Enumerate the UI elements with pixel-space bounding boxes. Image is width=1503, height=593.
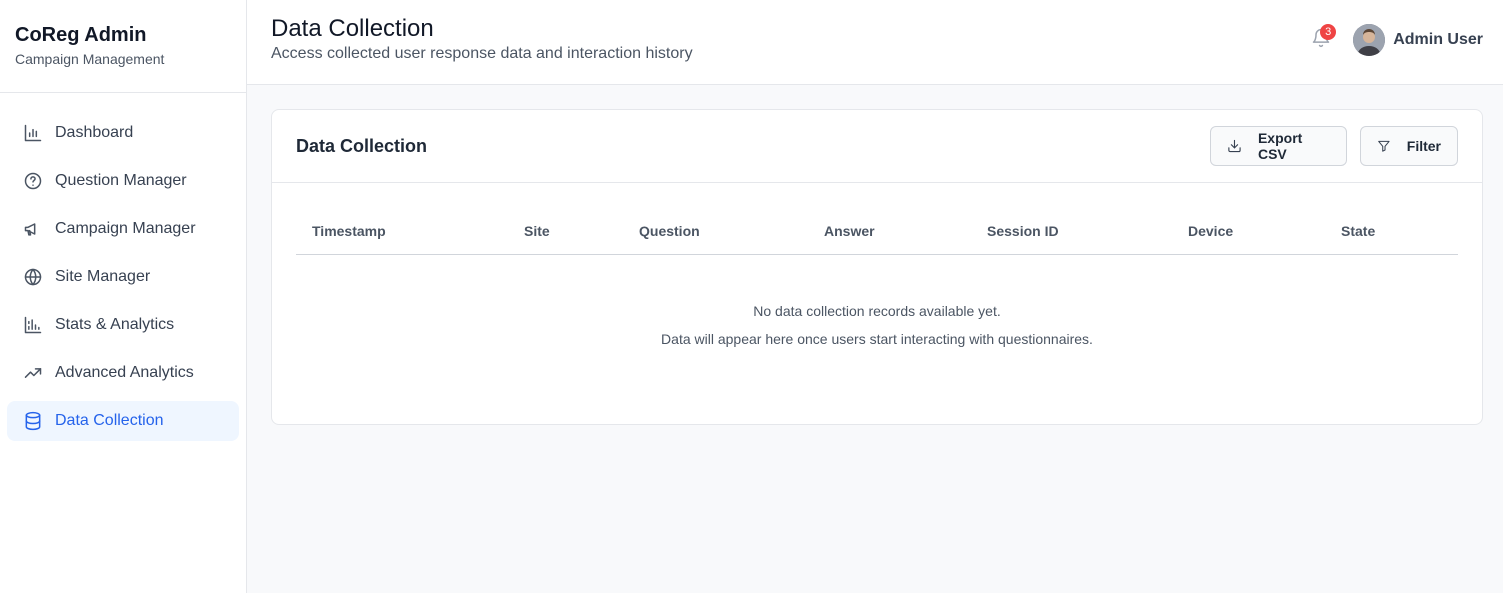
filter-button[interactable]: Filter <box>1360 126 1458 166</box>
user-avatar-icon <box>1353 24 1386 56</box>
column-header-site[interactable]: Site <box>524 223 639 239</box>
header-titles: Data Collection Access collected user re… <box>271 14 693 84</box>
sidebar-item-data-collection[interactable]: Data Collection <box>7 401 239 441</box>
column-header-session-id[interactable]: Session ID <box>987 223 1188 239</box>
sidebar: CoReg Admin Campaign Management Dashboar… <box>0 0 247 593</box>
sidebar-item-dashboard[interactable]: Dashboard <box>7 113 239 153</box>
content-area: Data Collection Export CSV Filter Timest… <box>247 85 1503 425</box>
sidebar-item-label: Stats & Analytics <box>55 316 175 333</box>
column-header-state[interactable]: State <box>1341 223 1375 239</box>
brand-title: CoReg Admin <box>15 24 147 46</box>
megaphone-icon <box>23 219 43 239</box>
card-actions: Export CSV Filter <box>1197 126 1458 166</box>
sidebar-item-site-manager[interactable]: Site Manager <box>7 257 239 297</box>
filter-icon <box>1378 140 1390 152</box>
app-root: CoReg Admin Campaign Management Dashboar… <box>0 0 1503 593</box>
download-icon <box>1228 139 1241 153</box>
empty-state-hint: Data will appear here once users start i… <box>661 331 1093 347</box>
column-header-timestamp[interactable]: Timestamp <box>296 223 524 239</box>
sidebar-nav: Dashboard Question Manager Campaign Mana… <box>0 93 246 441</box>
sidebar-item-campaign-manager[interactable]: Campaign Manager <box>7 209 239 249</box>
empty-state-message: No data collection records available yet… <box>753 303 1001 319</box>
top-header: Data Collection Access collected user re… <box>247 0 1503 85</box>
filter-label: Filter <box>1406 138 1441 154</box>
help-circle-icon <box>23 171 43 191</box>
sidebar-item-label: Data Collection <box>55 412 164 429</box>
page-subtitle: Access collected user response data and … <box>271 45 693 62</box>
sidebar-item-advanced-analytics[interactable]: Advanced Analytics <box>7 353 239 393</box>
user-name[interactable]: Admin User <box>1393 24 1483 56</box>
column-header-question[interactable]: Question <box>639 223 824 239</box>
column-header-answer[interactable]: Answer <box>824 223 987 239</box>
avatar[interactable] <box>1353 24 1386 56</box>
card-header: Data Collection Export CSV Filter <box>272 110 1482 183</box>
card-title: Data Collection <box>296 135 428 156</box>
trending-up-icon <box>23 363 43 383</box>
sidebar-item-label: Question Manager <box>55 172 187 189</box>
brand: CoReg Admin Campaign Management <box>0 0 246 93</box>
brand-subtitle: Campaign Management <box>15 51 165 67</box>
export-csv-button[interactable]: Export CSV <box>1210 126 1347 166</box>
sidebar-item-label: Campaign Manager <box>55 220 196 237</box>
data-collection-card: Data Collection Export CSV Filter Timest… <box>271 109 1483 425</box>
notifications-button[interactable]: 3 <box>1311 24 1337 52</box>
empty-state: No data collection records available yet… <box>296 255 1458 353</box>
data-table: Timestamp Site Question Answer Session I… <box>272 183 1482 353</box>
page-title: Data Collection <box>271 15 434 42</box>
export-csv-label: Export CSV <box>1257 130 1303 162</box>
sidebar-item-label: Advanced Analytics <box>55 364 194 381</box>
sidebar-item-label: Dashboard <box>55 124 134 141</box>
sidebar-item-label: Site Manager <box>55 268 151 285</box>
database-icon <box>23 411 43 431</box>
main-area: Data Collection Access collected user re… <box>247 0 1503 593</box>
globe-icon <box>23 267 43 287</box>
column-header-device[interactable]: Device <box>1188 223 1341 239</box>
notification-count-badge: 3 <box>1320 24 1337 40</box>
chart-icon <box>23 315 43 335</box>
table-header-row: Timestamp Site Question Answer Session I… <box>296 183 1458 255</box>
header-user-area: 3 Admin User <box>1311 14 1483 84</box>
sidebar-item-question-manager[interactable]: Question Manager <box>7 161 239 201</box>
sidebar-item-stats-analytics[interactable]: Stats & Analytics <box>7 305 239 345</box>
bar-chart-icon <box>23 123 43 143</box>
